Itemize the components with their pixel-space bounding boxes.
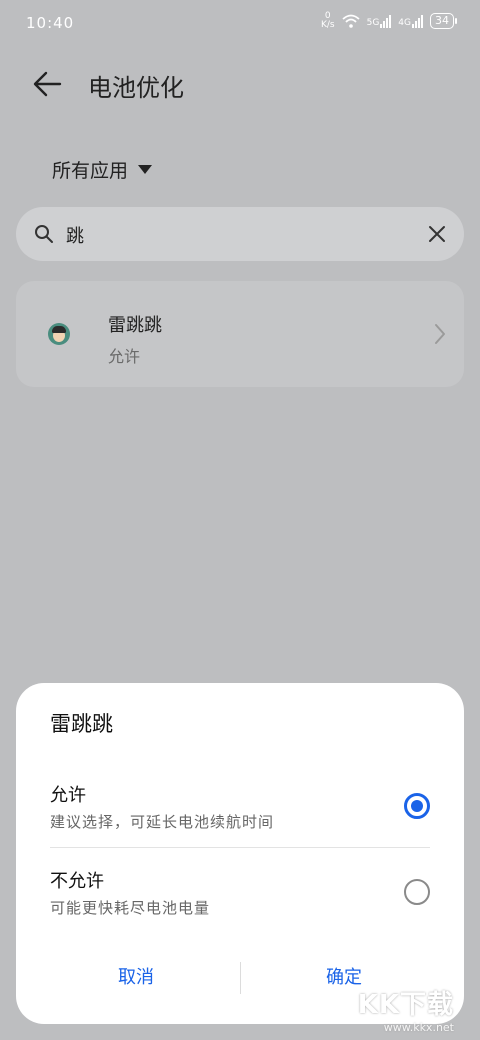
battery-level: 34 [435, 14, 449, 27]
network-speed-unit: K/s [320, 20, 335, 30]
search-bar[interactable] [16, 207, 464, 261]
watermark-url: www.kkx.net [383, 1021, 454, 1034]
signal-icon-sim2: 4G [398, 14, 423, 28]
chevron-right-icon [435, 324, 445, 344]
arrow-left-icon [33, 71, 62, 97]
cancel-button[interactable]: 取消 [36, 950, 236, 1006]
battery-icon: 34 [430, 13, 457, 29]
watermark: KK下载 www.kkx.net [358, 984, 454, 1034]
wifi-icon [342, 14, 360, 28]
list-item[interactable]: 雷跳跳 允许 [16, 281, 464, 387]
app-filter-label: 所有应用 [52, 160, 129, 182]
option-allow-description: 建议选择，可延长电池续航时间 [50, 813, 275, 831]
app-name: 雷跳跳 [108, 315, 162, 336]
sim2-network-label: 4G [398, 17, 411, 28]
radio-deny[interactable] [404, 879, 430, 905]
status-icons: 0 K/s 5G 4G 34 [321, 12, 457, 30]
search-input[interactable] [64, 219, 408, 251]
watermark-logo: KK下载 [357, 990, 454, 1020]
app-filter-dropdown[interactable]: 所有应用 [52, 156, 153, 183]
page-title: 电池优化 [88, 74, 184, 102]
search-icon [35, 225, 53, 243]
network-speed: 0 K/s [321, 12, 335, 30]
dialog-title: 雷跳跳 [50, 712, 113, 736]
option-allow[interactable]: 允许 建议选择，可延长电池续航时间 [16, 775, 464, 855]
optimization-dialog: 雷跳跳 允许 建议选择，可延长电池续航时间 不允许 可能更快耗尽电池电量 取消 … [16, 683, 464, 1024]
close-icon[interactable] [428, 225, 446, 243]
option-divider [50, 847, 430, 848]
option-allow-label: 允许 [50, 785, 86, 806]
option-deny[interactable]: 不允许 可能更快耗尽电池电量 [16, 861, 464, 941]
caret-down-icon [138, 165, 153, 174]
status-bar: 10:40 0 K/s 5G 4G 34 [0, 0, 480, 48]
status-time: 10:40 [26, 14, 75, 32]
signal-icon-sim1: 5G [366, 14, 392, 28]
option-deny-label: 不允许 [50, 871, 104, 892]
app-status: 允许 [108, 347, 141, 366]
avatar-icon [48, 323, 70, 345]
sim1-network-label: 5G [366, 17, 380, 28]
option-deny-description: 可能更快耗尽电池电量 [50, 899, 211, 917]
action-divider [240, 962, 241, 994]
radio-allow-selected[interactable] [404, 793, 430, 819]
back-button[interactable] [30, 66, 66, 102]
